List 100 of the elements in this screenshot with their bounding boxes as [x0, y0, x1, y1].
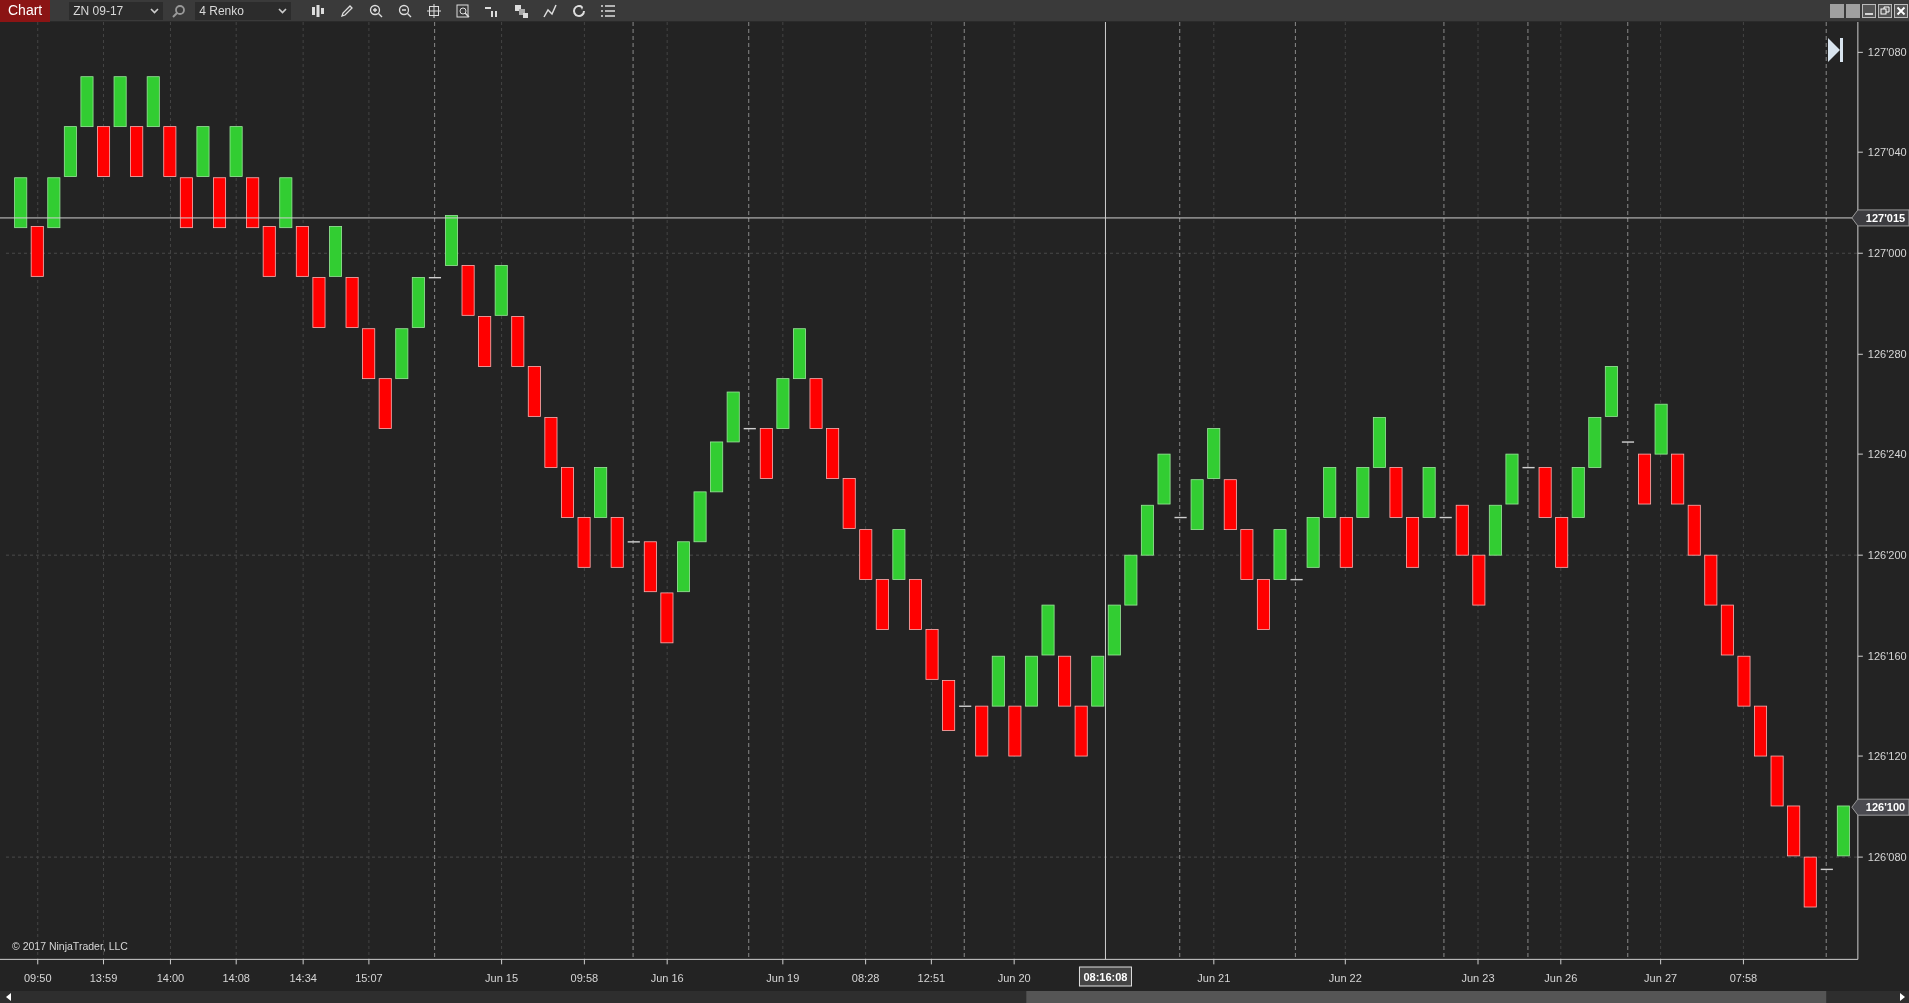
renko-brick — [47, 177, 61, 229]
renko-brick — [1008, 705, 1022, 757]
renko-brick — [494, 265, 508, 316]
bar-type-dropdown[interactable]: 4 Renko — [195, 1, 292, 20]
flat-brick-marker — [1174, 516, 1187, 519]
renko-brick — [511, 316, 525, 367]
renko-brick — [113, 76, 127, 128]
copyright-text: © 2017 NinjaTrader, LLC — [12, 940, 128, 952]
skip-to-end-icon[interactable] — [1828, 38, 1843, 62]
flat-brick-marker — [627, 541, 640, 543]
renko-brick — [1207, 428, 1221, 479]
scroll-right-icon[interactable] — [1900, 993, 1905, 1001]
minimize-icon[interactable] — [1862, 3, 1876, 18]
renko-brick — [1074, 705, 1088, 757]
renko-brick — [246, 177, 260, 229]
renko-brick — [544, 417, 558, 468]
renko-brick — [643, 541, 657, 593]
renko-brick — [942, 680, 956, 731]
renko-brick — [97, 126, 111, 177]
renko-brick — [577, 517, 591, 568]
time-label: 15:07 — [355, 972, 383, 984]
renko-brick — [759, 428, 773, 479]
price-marker: 127'015 — [1851, 209, 1909, 227]
price-label: 127'000 — [1867, 247, 1907, 260]
time-label: Jun 23 — [1461, 972, 1495, 984]
crosshair-time-label: 08:16:08 — [1078, 966, 1132, 987]
close-icon[interactable] — [1894, 3, 1908, 18]
window-button[interactable] — [1830, 3, 1844, 18]
search-icon[interactable] — [172, 3, 187, 18]
scrollbar-thumb[interactable] — [1026, 991, 1827, 1003]
renko-brick — [1356, 467, 1370, 518]
instrument-dropdown[interactable]: ZN 09-17 — [69, 1, 164, 20]
renko-brick — [196, 126, 210, 177]
price-label: 126'240 — [1867, 448, 1907, 461]
renko-brick — [677, 541, 690, 593]
zoom-out-icon[interactable] — [398, 3, 413, 18]
renko-brick — [1190, 479, 1204, 530]
renko-brick — [610, 517, 624, 568]
renko-brick — [991, 655, 1005, 707]
flat-brick-marker — [1290, 578, 1303, 581]
renko-brick — [262, 226, 276, 277]
time-label: Jun 16 — [650, 972, 684, 984]
renko-brick — [1538, 467, 1552, 518]
renko-brick — [1406, 517, 1420, 568]
renko-brick — [693, 491, 707, 543]
renko-brick — [710, 441, 724, 493]
renko-brick — [1505, 453, 1519, 505]
renko-brick — [146, 76, 160, 128]
renko-brick — [1024, 655, 1038, 707]
price-label: 126'120 — [1867, 750, 1907, 763]
time-label: Jun 19 — [766, 972, 800, 984]
renko-brick — [1455, 504, 1469, 556]
price-label: 126'280 — [1867, 348, 1907, 361]
window-button[interactable] — [1846, 3, 1860, 18]
renko-brick — [1091, 655, 1105, 707]
renko-brick — [561, 467, 574, 518]
renko-brick — [1654, 403, 1668, 455]
chevron-down-icon — [150, 7, 160, 14]
time-label: Jun 27 — [1644, 972, 1678, 984]
time-label: Jun 26 — [1544, 972, 1578, 984]
renko-brick — [594, 467, 608, 518]
layers-icon[interactable] — [514, 3, 529, 18]
time-label: 07:58 — [1729, 972, 1758, 984]
chevron-down-icon — [278, 7, 288, 14]
crosshair-icon[interactable] — [427, 3, 442, 18]
renko-brick — [1157, 453, 1171, 505]
time-label: 14:34 — [289, 972, 317, 984]
renko-brick — [1555, 517, 1569, 568]
restore-icon[interactable] — [1878, 3, 1892, 18]
flat-brick-marker — [428, 277, 442, 279]
renko-brick — [295, 226, 309, 277]
renko-brick — [975, 705, 989, 757]
renko-brick — [1372, 417, 1386, 468]
renko-brick — [1737, 655, 1751, 707]
renko-brick — [179, 177, 193, 229]
renko-brick — [478, 316, 492, 367]
chart-tab[interactable]: Chart — [0, 0, 51, 22]
renko-brick — [1339, 517, 1353, 568]
price-label: 127'040 — [1867, 146, 1907, 159]
line-chart-icon[interactable] — [543, 3, 558, 18]
zoom-in-icon[interactable] — [369, 3, 384, 18]
renko-brick — [1604, 366, 1618, 417]
data-box-icon[interactable] — [456, 3, 471, 18]
bar-chart-icon[interactable] — [311, 3, 326, 18]
refresh-icon[interactable] — [572, 3, 587, 18]
renko-brick — [925, 629, 939, 680]
list-icon[interactable] — [601, 3, 616, 18]
renko-brick — [1588, 417, 1602, 468]
renko-brick — [14, 177, 28, 229]
renko-brick — [909, 579, 922, 630]
renko-brick — [1687, 504, 1701, 556]
renko-brick — [1124, 554, 1138, 606]
pencil-icon[interactable] — [340, 3, 355, 18]
scroll-left-icon[interactable] — [6, 993, 11, 1001]
renko-brick — [1770, 755, 1784, 807]
renko-brick — [213, 177, 226, 229]
renko-brick — [892, 529, 906, 580]
renko-brick — [1704, 554, 1718, 606]
time-label: Jun 20 — [997, 972, 1031, 984]
renko-brick — [1836, 805, 1850, 857]
